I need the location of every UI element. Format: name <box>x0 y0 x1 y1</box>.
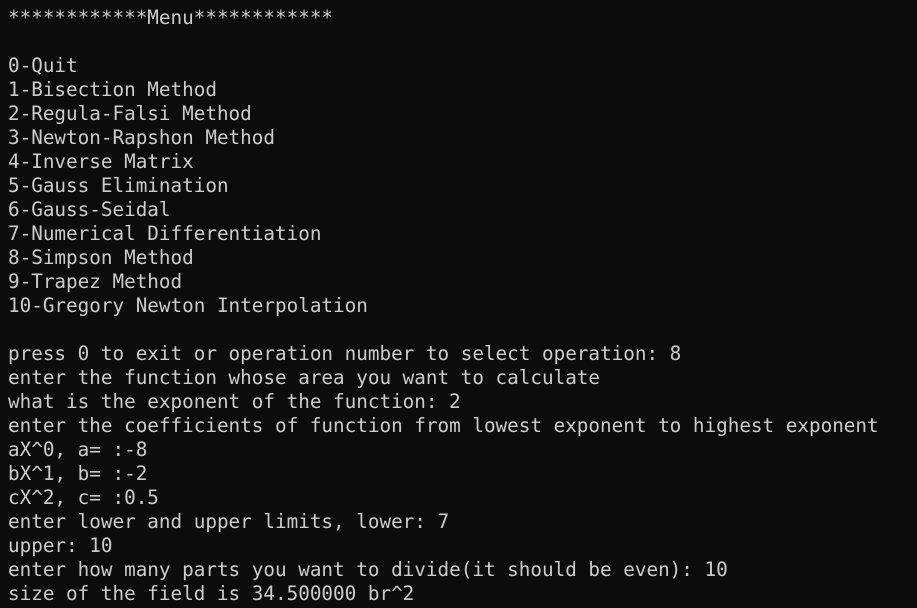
coefficient-a-line: aX^0, a= :-8 <box>8 438 148 461</box>
menu-item-regula-falsi: 2-Regula-Falsi Method <box>8 102 252 125</box>
menu-header: ************Menu************ <box>8 6 334 29</box>
terminal-window[interactable]: ************Menu************ 0-Quit 1-Bi… <box>0 0 917 608</box>
menu-item-bisection: 1-Bisection Method <box>8 78 217 101</box>
parts-prompt: enter how many parts you want to divide(… <box>8 558 728 581</box>
coefficients-prompt: enter the coefficients of function from … <box>8 414 879 437</box>
menu-item-quit: 0-Quit <box>8 54 78 77</box>
menu-item-trapez: 9-Trapez Method <box>8 270 183 293</box>
result-output: size of the field is 34.500000 br^2 <box>8 582 415 605</box>
coefficient-b-line: bX^1, b= :-2 <box>8 462 148 485</box>
exponent-prompt: what is the exponent of the function: 2 <box>8 390 461 413</box>
menu-item-gregory-newton: 10-Gregory Newton Interpolation <box>8 294 368 317</box>
menu-item-numerical-differentiation: 7-Numerical Differentiation <box>8 222 322 245</box>
coefficient-c-line: cX^2, c= :0.5 <box>8 486 159 509</box>
lower-limit-prompt: enter lower and upper limits, lower: 7 <box>8 510 450 533</box>
menu-item-newton-raphson: 3-Newton-Rapshon Method <box>8 126 275 149</box>
menu-item-gauss-seidal: 6-Gauss-Seidal <box>8 198 171 221</box>
menu-item-inverse-matrix: 4-Inverse Matrix <box>8 150 194 173</box>
function-prompt: enter the function whose area you want t… <box>8 366 601 389</box>
operation-prompt: press 0 to exit or operation number to s… <box>8 342 682 365</box>
upper-limit-prompt: upper: 10 <box>8 534 113 557</box>
menu-item-gauss-elimination: 5-Gauss Elimination <box>8 174 229 197</box>
menu-item-simpson: 8-Simpson Method <box>8 246 194 269</box>
